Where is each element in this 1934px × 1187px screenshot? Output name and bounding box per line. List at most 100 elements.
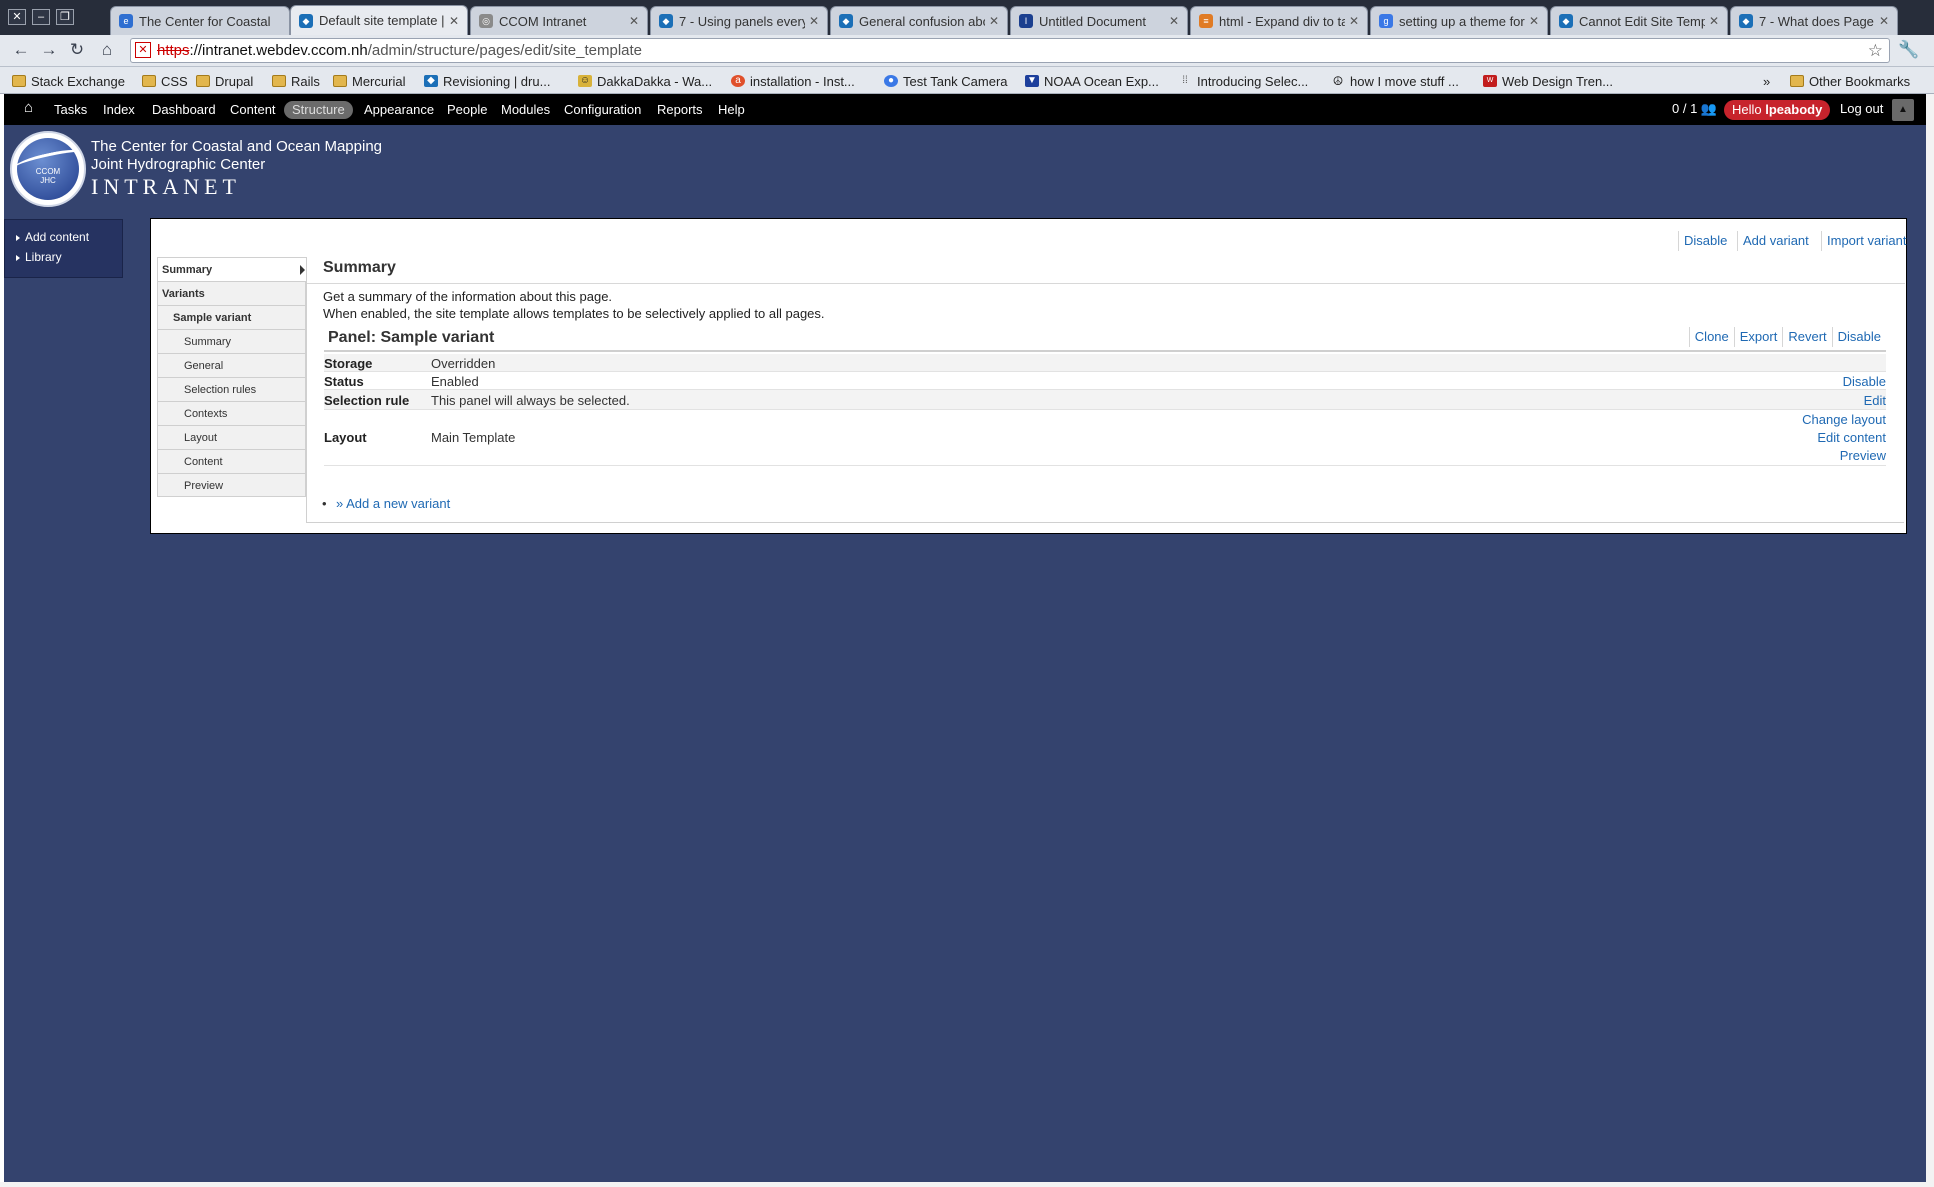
clone-button[interactable]: Clone xyxy=(1688,327,1734,347)
bookmark-folder[interactable]: Rails xyxy=(272,72,320,90)
browser-tab[interactable]: ◆ Cannot Edit Site Temp ✕ xyxy=(1550,6,1728,35)
arrow-right-icon xyxy=(300,265,305,275)
site-name[interactable]: The Center for Coastal and Ocean Mapping… xyxy=(91,138,382,174)
vtab-summary[interactable]: Summary xyxy=(158,258,307,282)
browser-toolbar: ← → ↻ ⌂ ✕ https://intranet.webdev.ccom.n… xyxy=(0,35,1934,67)
sidebar-link-library[interactable]: Library xyxy=(16,250,62,264)
other-bookmarks-folder[interactable]: Other Bookmarks xyxy=(1790,72,1910,90)
window-restore-icon[interactable]: ❐ xyxy=(56,9,74,25)
forward-arrow-icon[interactable]: → xyxy=(38,39,60,61)
bookmark-link[interactable]: ⁞⁞ Introducing Selec... xyxy=(1178,72,1308,90)
bookmark-folder[interactable]: Mercurial xyxy=(333,72,405,90)
window-minimize-icon[interactable]: – xyxy=(32,9,50,25)
admin-menu-modules[interactable]: Modules xyxy=(501,101,550,119)
admin-menu-tasks[interactable]: Tasks xyxy=(54,101,87,119)
address-bar[interactable]: ✕ https://intranet.webdev.ccom.nh/admin/… xyxy=(130,38,1890,63)
tab-close-icon[interactable]: ✕ xyxy=(1709,14,1721,28)
page-title: Summary xyxy=(323,259,396,276)
browser-tab[interactable]: ◎ CCOM Intranet ✕ xyxy=(470,6,648,35)
web-icon: W xyxy=(1483,75,1497,87)
window-frame-right xyxy=(1926,94,1934,1187)
bookmark-link[interactable]: ▼ NOAA Ocean Exp... xyxy=(1025,72,1159,90)
url-path: /admin/structure/pages/edit/site_templat… xyxy=(367,42,643,59)
toolbar-toggle-icon[interactable]: ▲ xyxy=(1892,99,1914,121)
disable-page-button[interactable]: Disable xyxy=(1678,231,1732,251)
add-new-variant-link[interactable]: » Add a new variant xyxy=(322,496,450,511)
vtab-variant-layout[interactable]: Layout xyxy=(158,426,307,450)
tab-close-icon[interactable]: ✕ xyxy=(1529,14,1541,28)
drupal-icon: ◆ xyxy=(424,75,438,87)
tab-label: Default site template | xyxy=(319,13,445,28)
vtab-variant-contexts[interactable]: Contexts xyxy=(158,402,307,426)
back-arrow-icon[interactable]: ← xyxy=(10,39,32,61)
admin-menu-content[interactable]: Content xyxy=(230,101,276,119)
tab-close-icon[interactable]: ✕ xyxy=(989,14,1001,28)
preview-link[interactable]: Preview xyxy=(1840,448,1886,463)
browser-tab[interactable]: I Untitled Document ✕ xyxy=(1010,6,1188,35)
bookmarks-overflow-icon[interactable]: » xyxy=(1763,72,1770,90)
admin-menu-index[interactable]: Index xyxy=(103,101,135,119)
admin-menu-help[interactable]: Help xyxy=(718,101,745,119)
export-button[interactable]: Export xyxy=(1733,327,1783,347)
summary-row-storage: Storage Overridden xyxy=(324,354,1886,372)
status-disable-link[interactable]: Disable xyxy=(1843,374,1886,389)
admin-menu-people[interactable]: People xyxy=(447,101,487,119)
bookmark-folder[interactable]: Drupal xyxy=(196,72,253,90)
add-variant-button[interactable]: Add variant xyxy=(1737,231,1814,251)
admin-menu-reports[interactable]: Reports xyxy=(657,101,703,119)
hello-user-badge[interactable]: Hello lpeabody xyxy=(1724,100,1831,120)
edit-content-link[interactable]: Edit content xyxy=(1817,430,1886,445)
browser-tab[interactable]: ◆ 7 - Using panels everyw ✕ xyxy=(650,6,828,35)
admin-menu-dashboard[interactable]: Dashboard xyxy=(152,101,216,119)
tab-close-icon[interactable]: ✕ xyxy=(629,14,641,28)
browser-tab[interactable]: ≡ html - Expand div to ta ✕ xyxy=(1190,6,1368,35)
folder-icon xyxy=(12,75,26,87)
dakka-icon: ☺ xyxy=(578,75,592,87)
wrench-icon[interactable]: 🔧 xyxy=(1898,40,1919,60)
browser-tab-active[interactable]: ◆ Default site template | ✕ xyxy=(290,5,468,35)
browser-tab[interactable]: e The Center for Coastal xyxy=(110,6,290,35)
window-close-icon[interactable]: ✕ xyxy=(8,9,26,25)
vtab-variant-content[interactable]: Content xyxy=(158,450,307,474)
bookmark-link[interactable]: ☮ how I move stuff ... xyxy=(1331,72,1459,90)
reload-icon[interactable]: ↻ xyxy=(66,39,88,61)
bookmark-link[interactable]: W Web Design Tren... xyxy=(1483,72,1613,90)
tab-close-icon[interactable]: ✕ xyxy=(1879,14,1891,28)
browser-tab[interactable]: ◆ 7 - What does Page Co ✕ xyxy=(1730,6,1898,35)
tab-close-icon[interactable]: ✕ xyxy=(449,14,461,28)
browser-tab[interactable]: g setting up a theme for ✕ xyxy=(1370,6,1548,35)
ccom-logo[interactable]: CCOM JHC xyxy=(10,131,86,207)
sidebar-link-add-content[interactable]: Add content xyxy=(15,230,89,244)
vtab-variants[interactable]: Variants xyxy=(158,282,307,306)
vtab-variant-summary[interactable]: Summary xyxy=(158,330,307,354)
browser-tab[interactable]: ◆ General confusion abo ✕ xyxy=(830,6,1008,35)
bookmark-link[interactable]: ☺ DakkaDakka - Wa... xyxy=(578,72,712,90)
bookmark-star-icon[interactable]: ☆ xyxy=(1868,39,1883,62)
tab-close-icon[interactable]: ✕ xyxy=(1169,14,1181,28)
logout-link[interactable]: Log out xyxy=(1840,101,1883,116)
admin-menu-configuration[interactable]: Configuration xyxy=(564,101,641,119)
selection-rule-edit-link[interactable]: Edit xyxy=(1864,393,1886,408)
admin-home-icon[interactable]: ⌂ xyxy=(24,99,33,116)
ie-icon: e xyxy=(119,14,133,28)
bookmark-link[interactable]: ◆ Revisioning | dru... xyxy=(424,72,550,90)
import-variant-button[interactable]: Import variant xyxy=(1821,231,1911,251)
bookmark-link[interactable]: a installation - Inst... xyxy=(731,72,855,90)
tab-close-icon[interactable]: ✕ xyxy=(809,14,821,28)
vtab-variant-preview[interactable]: Preview xyxy=(158,474,307,498)
admin-menu-structure[interactable]: Structure xyxy=(284,101,353,119)
bookmark-link[interactable]: ● Test Tank Camera xyxy=(884,72,1008,90)
bookmark-folder[interactable]: Stack Exchange xyxy=(12,72,125,90)
admin-menu-appearance[interactable]: Appearance xyxy=(364,101,434,119)
vtab-variant-selection-rules[interactable]: Selection rules xyxy=(158,378,307,402)
tab-close-icon[interactable]: ✕ xyxy=(1349,14,1361,28)
divider xyxy=(307,283,1905,284)
bookmark-folder[interactable]: CSS xyxy=(142,72,188,90)
vtab-variant-general[interactable]: General xyxy=(158,354,307,378)
change-layout-link[interactable]: Change layout xyxy=(1802,412,1886,427)
disable-variant-button[interactable]: Disable xyxy=(1831,327,1886,347)
home-icon[interactable]: ⌂ xyxy=(96,39,118,61)
revert-button[interactable]: Revert xyxy=(1782,327,1831,347)
panel-actions: Clone Export Revert Disable xyxy=(1688,327,1886,347)
vtab-sample-variant[interactable]: Sample variant xyxy=(158,306,307,330)
